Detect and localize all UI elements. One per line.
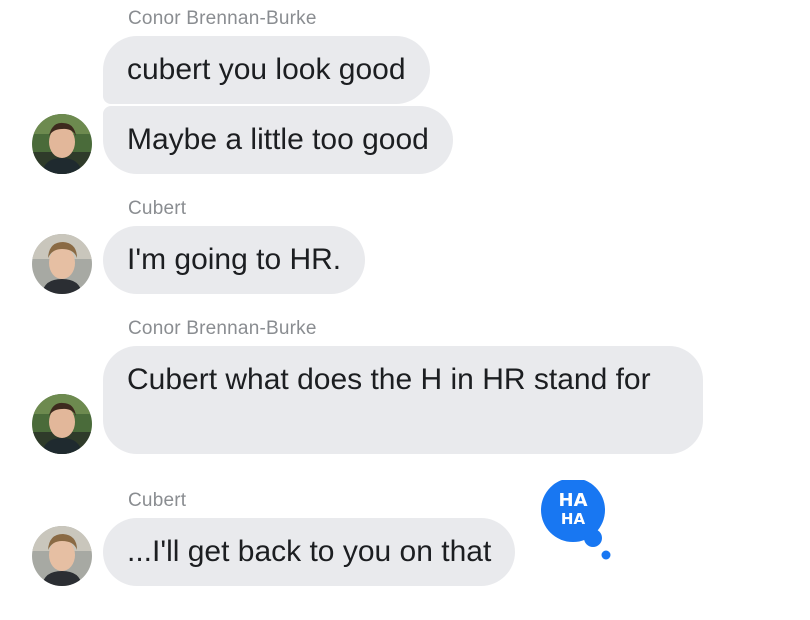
avatar-photo <box>32 394 92 454</box>
avatar-photo <box>32 234 92 294</box>
reaction-text: HA <box>561 510 586 528</box>
message-bubble[interactable]: Cubert what does the H in HR stand for <box>103 346 703 454</box>
avatar-photo <box>32 526 92 586</box>
sender-name: Cubert <box>128 198 187 219</box>
avatar[interactable] <box>32 526 92 586</box>
sender-name: Cubert <box>128 490 187 511</box>
avatar[interactable] <box>32 234 92 294</box>
message-bubble[interactable]: ...I'll get back to you on that <box>103 518 516 586</box>
message-bubble[interactable]: cubert you look good <box>103 36 430 104</box>
haha-reaction-icon[interactable]: HA HA <box>541 478 613 562</box>
avatar[interactable] <box>32 114 92 174</box>
sender-name: Conor Brennan-Burke <box>128 8 317 29</box>
avatar[interactable] <box>32 394 92 454</box>
message-bubble[interactable]: I'm going to HR. <box>103 226 366 294</box>
avatar-photo <box>32 114 92 174</box>
message-bubble[interactable]: Maybe a little too good <box>103 106 453 174</box>
sender-name: Conor Brennan-Burke <box>128 318 317 339</box>
reaction-text: HA <box>559 490 588 511</box>
